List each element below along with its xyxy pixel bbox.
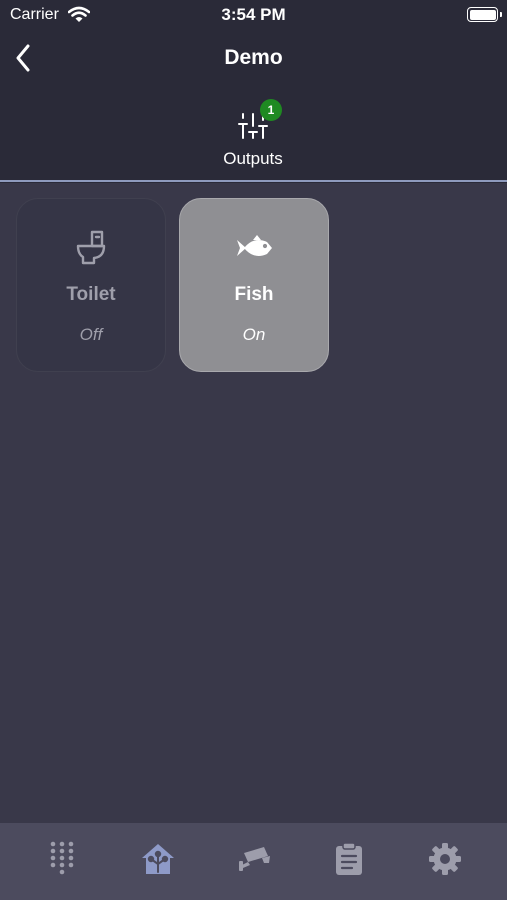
clipboard-icon bbox=[336, 842, 362, 875]
tile-state: On bbox=[242, 325, 266, 344]
battery-icon bbox=[467, 7, 502, 22]
fish-icon bbox=[234, 228, 274, 273]
home-network-icon bbox=[142, 844, 174, 874]
status-bar: Carrier 3:54 PM bbox=[0, 0, 507, 30]
bottom-tab-bar bbox=[0, 823, 507, 900]
header: Carrier 3:54 PM Demo 1 Outputs bbox=[0, 0, 507, 183]
gear-icon bbox=[429, 843, 461, 875]
navigation-bar: Demo bbox=[0, 30, 507, 86]
keypad-icon bbox=[50, 841, 74, 875]
tab-keypad[interactable] bbox=[37, 837, 87, 881]
tab-logs[interactable] bbox=[324, 837, 374, 881]
tab-label: Outputs bbox=[223, 149, 283, 168]
output-tile-toilet[interactable]: Toilet Off bbox=[16, 198, 166, 372]
chevron-left-icon bbox=[16, 44, 30, 72]
clock: 3:54 PM bbox=[221, 5, 286, 24]
tile-name: Toilet bbox=[66, 284, 116, 305]
tile-name: Fish bbox=[234, 284, 274, 305]
tab-badge: 1 bbox=[260, 99, 282, 121]
tab-settings[interactable] bbox=[420, 837, 470, 881]
page-title: Demo bbox=[224, 46, 283, 69]
tile-state: Off bbox=[79, 325, 103, 344]
security-camera-icon bbox=[239, 847, 270, 871]
tab-outputs[interactable]: 1 Outputs bbox=[203, 92, 303, 174]
output-tile-fish[interactable]: Fish On bbox=[179, 198, 329, 372]
tab-strip: 1 Outputs bbox=[0, 86, 507, 182]
tab-home[interactable] bbox=[133, 837, 183, 881]
tab-cameras[interactable] bbox=[229, 837, 279, 881]
back-button[interactable] bbox=[8, 40, 38, 76]
toilet-icon bbox=[71, 228, 111, 273]
